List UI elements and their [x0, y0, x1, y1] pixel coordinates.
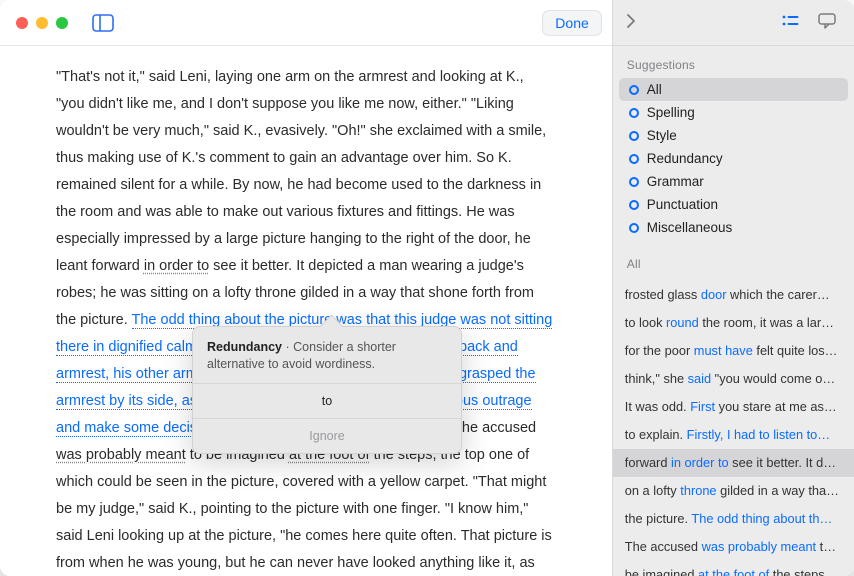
inspector-toolbar: [613, 0, 854, 46]
suggestion-highlight: said: [688, 371, 711, 386]
filter-item[interactable]: Punctuation: [619, 193, 848, 216]
window-body: Done "That's not it," said Leni, laying …: [0, 0, 854, 576]
filter-label: Grammar: [647, 174, 704, 189]
popover-separator: ·: [286, 340, 294, 354]
suggestion-pre: be imagined: [625, 567, 698, 576]
suggestions-list-heading: All: [613, 243, 854, 277]
suggestion-pre: think," she: [625, 371, 688, 386]
editor-pane[interactable]: "That's not it," said Leni, laying one a…: [0, 46, 612, 576]
suggestion-item[interactable]: to look round the room, it was a lar…: [613, 309, 854, 337]
filter-label: All: [647, 82, 662, 97]
filter-bullet-icon: [629, 154, 639, 164]
filter-item[interactable]: Spelling: [619, 101, 848, 124]
suggestion-post: which the carer…: [727, 287, 830, 302]
close-window-button[interactable]: [16, 17, 28, 29]
suggestion-post: the steps…: [769, 567, 837, 576]
filter-bullet-icon: [629, 131, 639, 141]
suggestion-pre: to look: [625, 315, 666, 330]
suggestion-item[interactable]: for the poor must have felt quite los…: [613, 337, 854, 365]
suggestion-item[interactable]: the picture. The odd thing about th…: [613, 505, 854, 533]
minimize-window-button[interactable]: [36, 17, 48, 29]
suggestion-highlight: First: [690, 399, 715, 414]
suggestion-post: you stare at me as…: [715, 399, 837, 414]
suggestions-list-icon[interactable]: [782, 14, 800, 31]
suggestion-highlight: Firstly, I had to listen to…: [687, 427, 830, 442]
filter-item[interactable]: Style: [619, 124, 848, 147]
suggestion-item[interactable]: think," she said "you would come o…: [613, 365, 854, 393]
suggestion-post: the room, it was a lar…: [699, 315, 834, 330]
suggestion-highlight: door: [701, 287, 727, 302]
suggestion-post: see it better. It d…: [729, 455, 836, 470]
suggestion-item[interactable]: on a lofty throne gilded in a way tha…: [613, 477, 854, 505]
popover-apply-suggestion[interactable]: to: [193, 383, 461, 418]
suggestion-highlight: at the foot of: [698, 567, 769, 576]
filter-item[interactable]: All: [619, 78, 848, 101]
inspector-panel: Suggestions All Spelling Style Redundancy Gr…: [612, 0, 854, 576]
done-button[interactable]: Done: [542, 10, 601, 36]
filter-label: Punctuation: [647, 197, 718, 212]
filter-label: Spelling: [647, 105, 695, 120]
suggestion-pre: to explain.: [625, 427, 687, 442]
popover-ignore-button[interactable]: Ignore: [193, 418, 461, 453]
flagged-phrase-was-probably-meant[interactable]: was probably meant: [56, 447, 186, 463]
document-text[interactable]: "That's not it," said Leni, laying one a…: [56, 64, 556, 576]
app-window: Done "That's not it," said Leni, laying …: [0, 0, 854, 576]
suggestion-popover: Redundancy · Consider a shorter alternat…: [192, 326, 462, 454]
filter-bullet-icon: [629, 223, 639, 233]
filter-label: Redundancy: [647, 151, 723, 166]
suggestion-pre: the picture.: [625, 511, 692, 526]
suggestion-item[interactable]: The accused was probably meant t…: [613, 533, 854, 561]
suggestion-pre: forward: [625, 455, 671, 470]
suggestion-post: "you would come o…: [711, 371, 835, 386]
suggestion-highlight: throne: [680, 483, 716, 498]
filter-label: Miscellaneous: [647, 220, 733, 235]
suggestion-item[interactable]: It was odd. First you stare at me as…: [613, 393, 854, 421]
inspector-section-title: Suggestions: [613, 46, 854, 78]
filter-item[interactable]: Miscellaneous: [619, 216, 848, 239]
filter-list: All Spelling Style Redundancy Grammar Punctua…: [613, 78, 854, 243]
suggestion-pre: for the poor: [625, 343, 694, 358]
zoom-window-button[interactable]: [56, 17, 68, 29]
flagged-phrase-in-order-to[interactable]: in order to: [144, 258, 209, 274]
suggestion-highlight: round: [666, 315, 699, 330]
filter-bullet-icon: [629, 200, 639, 210]
suggestion-highlight: in order to: [671, 455, 729, 470]
inspector-mode-icons: [782, 13, 836, 32]
suggestion-highlight: must have: [694, 343, 753, 358]
titlebar: Done: [0, 0, 612, 46]
suggestion-item[interactable]: frosted glass door which the carer…: [613, 281, 854, 309]
comments-icon[interactable]: [818, 13, 836, 32]
suggestion-pre: The accused: [625, 539, 702, 554]
sidebar-toggle-button[interactable]: [92, 14, 114, 32]
filter-bullet-icon: [629, 85, 639, 95]
suggestion-highlight: was probably meant: [702, 539, 817, 554]
popover-category: Redundancy: [207, 340, 282, 354]
text-run: the steps, the top one of which could be…: [56, 447, 552, 576]
suggestions-list[interactable]: frosted glass door which the carer…to lo…: [613, 277, 854, 576]
suggestion-highlight: The odd thing about th…: [691, 511, 832, 526]
filter-bullet-icon: [629, 177, 639, 187]
chevron-right-icon[interactable]: [625, 12, 637, 33]
suggestion-pre: frosted glass: [625, 287, 701, 302]
text-run: "That's not it," said Leni, laying one a…: [56, 69, 546, 274]
suggestion-item[interactable]: forward in order to see it better. It d…: [613, 449, 854, 477]
filter-bullet-icon: [629, 108, 639, 118]
suggestion-pre: on a lofty: [625, 483, 681, 498]
suggestion-pre: It was odd.: [625, 399, 690, 414]
suggestion-post: t…: [816, 539, 836, 554]
filter-item[interactable]: Grammar: [619, 170, 848, 193]
suggestion-item[interactable]: to explain. Firstly, I had to listen to…: [613, 421, 854, 449]
filter-label: Style: [647, 128, 677, 143]
text-run: The accused: [449, 420, 536, 436]
filter-item[interactable]: Redundancy: [619, 147, 848, 170]
suggestion-post: gilded in a way tha…: [717, 483, 839, 498]
suggestion-item[interactable]: be imagined at the foot of the steps…: [613, 561, 854, 576]
traffic-lights: [16, 17, 68, 29]
suggestion-post: felt quite los…: [753, 343, 838, 358]
popover-header: Redundancy · Consider a shorter alternat…: [193, 327, 461, 383]
